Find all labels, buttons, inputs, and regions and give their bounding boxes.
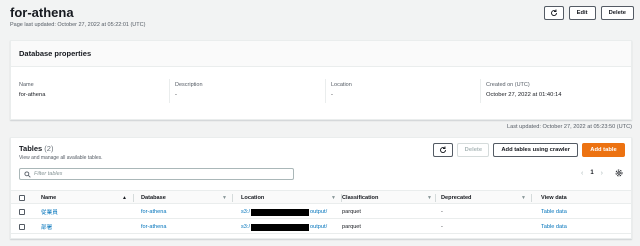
column-divider bbox=[531, 194, 532, 202]
prop-value: for-athena bbox=[19, 92, 46, 98]
page-last-updated: Page last updated: October 27, 2022 at 0… bbox=[10, 22, 146, 28]
column-divider bbox=[232, 194, 233, 202]
prop-label: Location bbox=[331, 82, 352, 88]
sort-icon[interactable]: ▼ bbox=[521, 195, 526, 201]
classification-value: parquet bbox=[342, 224, 361, 230]
location-link[interactable]: s3:/ output/ bbox=[241, 205, 327, 219]
table-data-link[interactable]: Table data bbox=[541, 220, 567, 234]
prop-value: October 27, 2022 at 01:40:14 bbox=[486, 92, 562, 98]
column-divider bbox=[133, 194, 134, 202]
sort-icon[interactable]: ▼ bbox=[222, 195, 227, 201]
deprecated-value: - bbox=[441, 209, 443, 215]
gear-icon[interactable] bbox=[615, 169, 623, 177]
add-table-button[interactable]: Add table bbox=[582, 143, 625, 157]
prop-location: Location - bbox=[331, 82, 352, 98]
tables-actions: Delete Add tables using crawler Add tabl… bbox=[433, 143, 625, 157]
chevron-right-icon[interactable]: › bbox=[601, 170, 603, 177]
prop-description: Description - bbox=[175, 82, 203, 98]
location-prefix: s3:/ bbox=[241, 209, 251, 215]
prop-value: - bbox=[175, 92, 177, 98]
prop-created: Created on (UTC) October 27, 2022 at 01:… bbox=[486, 82, 561, 98]
refresh-icon bbox=[550, 9, 557, 16]
sort-ascending-icon[interactable]: ▲ bbox=[122, 195, 127, 201]
row-checkbox[interactable] bbox=[19, 209, 25, 215]
header-actions: Edit Delete bbox=[543, 6, 634, 20]
delete-button[interactable]: Delete bbox=[600, 6, 634, 20]
database-link[interactable]: for-athena bbox=[141, 220, 167, 234]
prop-name: Name for-athena bbox=[19, 82, 45, 98]
column-header-database[interactable]: Database bbox=[141, 191, 166, 205]
table-data-link[interactable]: Table data bbox=[541, 205, 567, 219]
prop-value: - bbox=[331, 92, 333, 98]
row-checkbox[interactable] bbox=[19, 224, 25, 230]
column-header-classification[interactable]: Classification bbox=[342, 191, 378, 205]
tables-title-text: Tables bbox=[19, 144, 43, 153]
sort-icon[interactable]: ▼ bbox=[427, 195, 432, 201]
table-name-link[interactable]: 部署 bbox=[41, 220, 52, 234]
tables-delete-button[interactable]: Delete bbox=[457, 143, 490, 157]
table-header: Name ▲ Database ▼ Location ▼ Classificat… bbox=[11, 190, 631, 204]
sort-icon[interactable]: ▼ bbox=[331, 195, 336, 201]
pagination: ‹ 1 › bbox=[581, 169, 623, 177]
prop-label: Created on (UTC) bbox=[486, 82, 530, 88]
redacted-block bbox=[251, 208, 310, 216]
prop-label: Description bbox=[175, 82, 203, 88]
filter-tables-field[interactable] bbox=[19, 168, 294, 180]
refresh-button[interactable] bbox=[543, 6, 564, 20]
database-link[interactable]: for-athena bbox=[141, 205, 167, 219]
column-header-location[interactable]: Location bbox=[241, 191, 264, 205]
add-tables-crawler-button[interactable]: Add tables using crawler bbox=[493, 143, 578, 157]
tables-title: Tables (2) bbox=[19, 144, 53, 153]
classification-value: parquet bbox=[342, 209, 361, 215]
location-suffix: output/ bbox=[310, 224, 328, 230]
database-properties-panel: Database properties Name for-athena Desc… bbox=[10, 40, 632, 120]
refresh-icon bbox=[440, 146, 447, 153]
tables-panel: Tables (2) View and manage all available… bbox=[10, 137, 632, 239]
prop-label: Name bbox=[19, 82, 34, 88]
divider bbox=[169, 79, 170, 103]
column-header-deprecated[interactable]: Deprecated bbox=[441, 191, 471, 205]
page-title: for-athena bbox=[10, 5, 74, 20]
location-prefix: s3:/ bbox=[241, 224, 251, 230]
tables-refresh-button[interactable] bbox=[433, 143, 454, 157]
table-row: 部署 for-athena s3:/ output/ parquet - Tabl… bbox=[11, 220, 631, 234]
chevron-left-icon[interactable]: ‹ bbox=[581, 170, 583, 177]
deprecated-value: - bbox=[441, 224, 443, 230]
divider bbox=[480, 79, 481, 103]
table-row: 従業員 for-athena s3:/ output/ parquet - Tab… bbox=[11, 205, 631, 219]
column-divider bbox=[435, 194, 436, 202]
tables-subtitle: View and manage all available tables. bbox=[19, 155, 103, 161]
column-header-view-data[interactable]: View data bbox=[541, 191, 567, 205]
edit-button[interactable]: Edit bbox=[568, 6, 596, 20]
column-header-name[interactable]: Name bbox=[41, 191, 56, 205]
table-name-link[interactable]: 従業員 bbox=[41, 205, 58, 219]
divider bbox=[325, 79, 326, 103]
filter-tables-input[interactable] bbox=[34, 171, 274, 177]
page-number[interactable]: 1 bbox=[590, 170, 593, 176]
location-suffix: output/ bbox=[310, 209, 328, 215]
select-all-checkbox[interactable] bbox=[19, 195, 25, 201]
redacted-block bbox=[251, 223, 310, 231]
tables-last-updated: Last updated: October 27, 2022 at 05:23:… bbox=[506, 124, 632, 130]
properties-title: Database properties bbox=[11, 41, 631, 67]
tables-count: (2) bbox=[44, 144, 54, 153]
search-icon bbox=[24, 170, 31, 178]
location-link[interactable]: s3:/ output/ bbox=[241, 220, 327, 234]
